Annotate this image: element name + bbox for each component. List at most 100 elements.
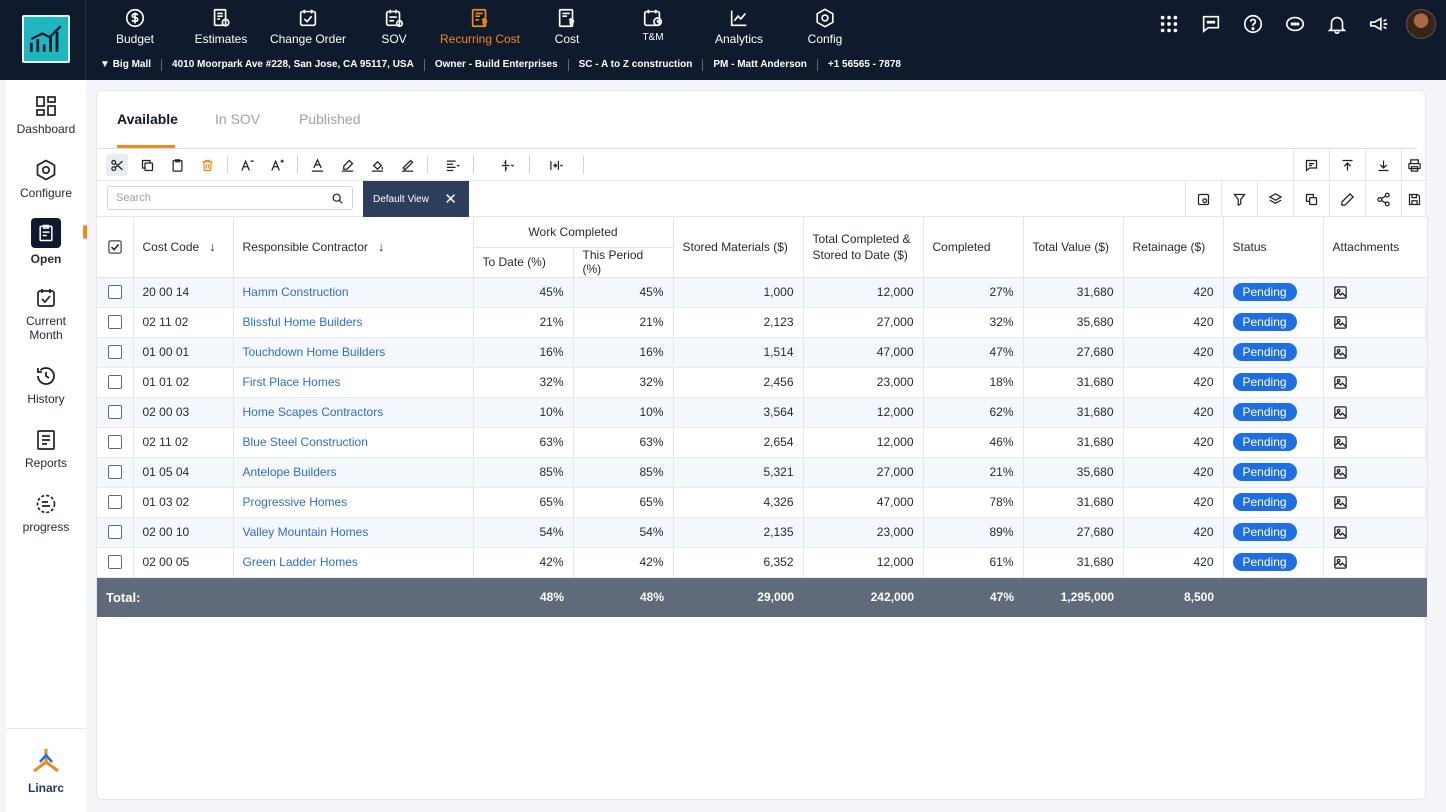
cell-contractor[interactable]: Blissful Home Builders	[233, 307, 474, 338]
apps-grid-icon[interactable]	[1154, 9, 1184, 39]
status-badge[interactable]: Pending	[1232, 553, 1297, 571]
sidebar-item-configure[interactable]: Configure	[6, 158, 86, 200]
cut-icon[interactable]	[106, 154, 128, 176]
image-attachment-icon[interactable]	[1333, 555, 1348, 570]
sidebar-item-current-month[interactable]: Current Month	[6, 286, 86, 342]
table-row[interactable]: 02 11 02 Blissful Home Builders 21% 21% 2,12…	[97, 307, 1428, 338]
header-attachments[interactable]: Attachments	[1323, 217, 1428, 278]
nav-recurring-cost[interactable]: Recurring Cost	[432, 0, 528, 50]
nav-estimates[interactable]: Estimates	[182, 0, 260, 50]
app-logo-icon[interactable]	[22, 15, 70, 63]
user-avatar[interactable]	[1406, 9, 1436, 39]
row-checkbox[interactable]	[107, 465, 122, 480]
cell-contractor[interactable]: Progressive Homes	[233, 487, 474, 518]
delete-icon[interactable]	[196, 154, 218, 176]
text-color-icon[interactable]	[306, 154, 328, 176]
cell-contractor[interactable]: Green Ladder Homes	[233, 547, 474, 578]
image-attachment-icon[interactable]	[1333, 495, 1348, 510]
help-icon[interactable]	[1238, 9, 1268, 39]
header-stored-materials[interactable]: Stored Materials ($)	[673, 217, 804, 278]
status-badge[interactable]: Pending	[1232, 493, 1297, 511]
nav-analytics[interactable]: Analytics	[700, 0, 778, 50]
cell-contractor[interactable]: Home Scapes Contractors	[233, 397, 474, 428]
image-attachment-icon[interactable]	[1333, 465, 1348, 480]
row-checkbox[interactable]	[107, 525, 122, 540]
nav-cost[interactable]: Cost	[528, 0, 606, 50]
header-retainage[interactable]: Retainage ($)	[1123, 217, 1224, 278]
image-attachment-icon[interactable]	[1333, 345, 1348, 360]
cell-contractor[interactable]: Valley Mountain Homes	[233, 517, 474, 548]
search-icon[interactable]	[331, 192, 344, 205]
row-checkbox[interactable]	[107, 345, 122, 360]
row-checkbox[interactable]	[107, 555, 122, 570]
nav-budget[interactable]: Budget	[88, 0, 182, 50]
vertical-align-dropdown-icon[interactable]	[492, 154, 522, 176]
chat-icon[interactable]	[1196, 9, 1226, 39]
row-checkbox[interactable]	[107, 405, 122, 420]
status-badge[interactable]: Pending	[1232, 343, 1297, 361]
search-input[interactable]	[116, 192, 326, 204]
header-total-completed[interactable]: Total Completed & Stored to Date ($)	[803, 217, 924, 278]
sort-down-icon[interactable]: ↓	[209, 239, 216, 254]
sidebar-item-dashboard[interactable]: Dashboard	[6, 94, 86, 136]
sidebar-item-open[interactable]: Open	[6, 218, 86, 266]
nav-sov[interactable]: SOV	[356, 0, 432, 50]
cell-contractor[interactable]: Blue Steel Construction	[233, 427, 474, 458]
close-icon[interactable]: ✕	[444, 190, 457, 208]
table-row[interactable]: 01 03 02 Progressive Homes 65% 65% 4,326 47,0…	[97, 487, 1428, 518]
row-checkbox[interactable]	[107, 375, 122, 390]
status-badge[interactable]: Pending	[1232, 313, 1297, 331]
upload-icon[interactable]	[1329, 149, 1365, 181]
save-icon[interactable]	[1401, 181, 1427, 217]
highlight-icon[interactable]	[336, 154, 358, 176]
sort-down-icon[interactable]: ↓	[378, 239, 385, 254]
copy-icon[interactable]	[136, 154, 158, 176]
bell-icon[interactable]	[1322, 9, 1352, 39]
status-badge[interactable]: Pending	[1232, 433, 1297, 451]
duplicate-icon[interactable]	[1293, 181, 1329, 217]
align-dropdown-icon[interactable]	[436, 154, 468, 176]
row-checkbox[interactable]	[107, 285, 122, 300]
header-contractor[interactable]: Responsible Contractor ↓	[233, 217, 474, 278]
header-total-value[interactable]: Total Value ($)	[1023, 217, 1124, 278]
status-badge[interactable]: Pending	[1232, 403, 1297, 421]
tab-in-sov[interactable]: In SOV	[215, 111, 260, 127]
print-icon[interactable]	[1401, 149, 1427, 181]
table-row[interactable]: 02 11 02 Blue Steel Construction 63% 63% 2,6…	[97, 427, 1428, 458]
table-row[interactable]: 02 00 10 Valley Mountain Homes 54% 54% 2,135…	[97, 517, 1428, 548]
cell-contractor[interactable]: Antelope Builders	[233, 457, 474, 488]
image-attachment-icon[interactable]	[1333, 285, 1348, 300]
cell-contractor[interactable]: First Place Homes	[233, 367, 474, 398]
project-selector[interactable]: ▼ Big Mall	[88, 59, 163, 71]
header-to-date[interactable]: To Date (%)	[473, 247, 574, 278]
header-status[interactable]: Status	[1223, 217, 1324, 278]
header-completed[interactable]: Completed	[923, 217, 1024, 278]
row-checkbox[interactable]	[107, 495, 122, 510]
table-row[interactable]: 02 00 05 Green Ladder Homes 42% 42% 6,352 12,…	[97, 547, 1428, 578]
download-icon[interactable]	[1365, 149, 1401, 181]
share-icon[interactable]	[1365, 181, 1401, 217]
decrease-font-icon[interactable]	[236, 154, 258, 176]
layers-icon[interactable]	[1257, 181, 1293, 217]
table-row[interactable]: 01 05 04 Antelope Builders 85% 85% 5,321 27,0…	[97, 457, 1428, 488]
cell-contractor[interactable]: Hamm Construction	[233, 277, 474, 308]
nav-config[interactable]: Config	[778, 0, 872, 50]
sidebar-item-history[interactable]: History	[6, 364, 86, 406]
image-attachment-icon[interactable]	[1333, 435, 1348, 450]
edit-icon[interactable]	[1329, 181, 1365, 217]
row-checkbox[interactable]	[107, 315, 122, 330]
header-cost-code[interactable]: Cost Code ↓	[133, 217, 234, 278]
cell-contractor[interactable]: Touchdown Home Builders	[233, 337, 474, 368]
image-attachment-icon[interactable]	[1333, 375, 1348, 390]
border-color-icon[interactable]	[396, 154, 418, 176]
status-badge[interactable]: Pending	[1232, 523, 1297, 541]
tab-published[interactable]: Published	[299, 111, 361, 127]
row-checkbox[interactable]	[107, 435, 122, 450]
image-attachment-icon[interactable]	[1333, 315, 1348, 330]
increase-font-icon[interactable]	[266, 154, 288, 176]
header-this-period[interactable]: This Period (%)	[573, 247, 674, 278]
status-badge[interactable]: Pending	[1232, 283, 1297, 301]
sidebar-item-progress[interactable]: progress	[6, 492, 86, 534]
select-all-checkbox[interactable]	[108, 240, 122, 254]
filter-icon[interactable]	[1221, 181, 1257, 217]
